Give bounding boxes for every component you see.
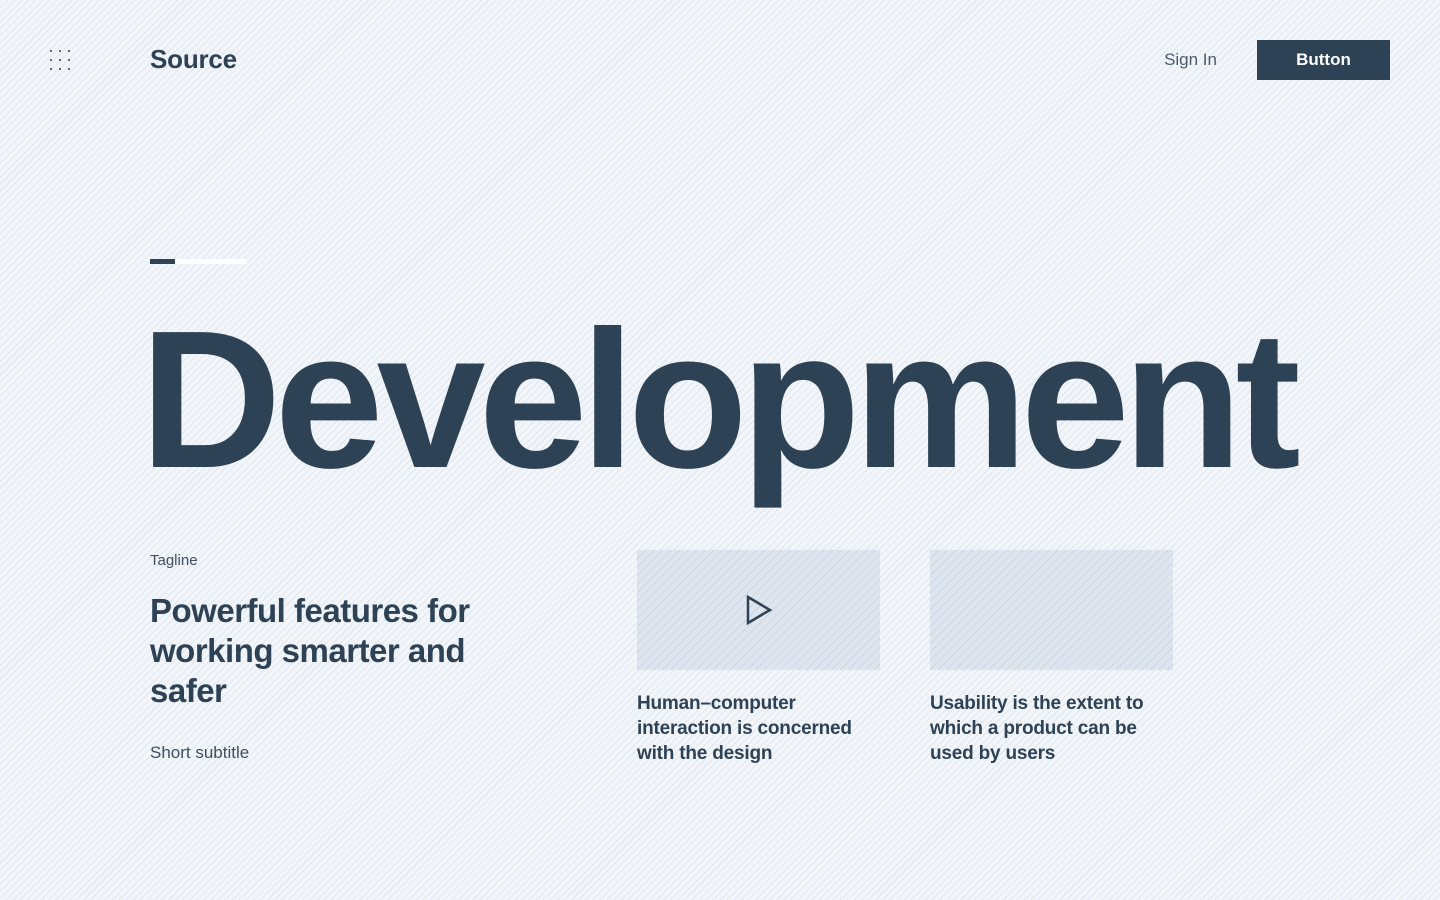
grid-dot — [68, 50, 70, 52]
progress-indicator — [150, 259, 247, 264]
play-icon[interactable] — [746, 595, 772, 625]
grid-dot — [59, 59, 61, 61]
grid-dot — [50, 50, 52, 52]
tagline: Tagline — [150, 552, 198, 569]
card-text: Human–computer interaction is concerned … — [637, 693, 852, 764]
headline: Powerful features for working smarter an… — [150, 592, 470, 709]
grid-dot — [68, 68, 70, 70]
progress-fill — [150, 259, 176, 264]
grid-dot — [68, 59, 70, 61]
video-thumbnail[interactable] — [637, 550, 880, 670]
image-placeholder — [930, 550, 1173, 670]
feature-card[interactable]: Human–computer interaction is concerned … — [637, 550, 880, 766]
subtitle: Short subtitle — [150, 743, 250, 762]
card-text: Usability is the extent to which a produ… — [930, 693, 1144, 764]
sign-in-link[interactable]: Sign In — [1164, 49, 1217, 71]
feature-card[interactable]: Usability is the extent to which a produ… — [930, 550, 1173, 766]
grid-dot — [50, 59, 52, 61]
primary-cta-button[interactable]: Button — [1257, 40, 1390, 80]
grid-dot — [59, 68, 61, 70]
brand-logo[interactable]: Source — [150, 42, 237, 76]
grid-dots-icon[interactable] — [50, 50, 70, 70]
grid-dot — [50, 68, 52, 70]
grid-dot — [59, 50, 61, 52]
hero-title: Development — [140, 290, 1301, 509]
